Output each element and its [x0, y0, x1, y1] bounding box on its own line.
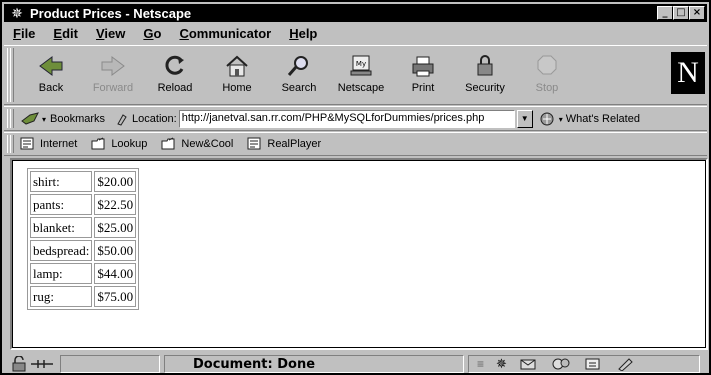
item-cell: blanket: — [30, 217, 93, 238]
newsgroups-icon[interactable] — [551, 357, 571, 371]
security-lock-icon[interactable] — [10, 356, 28, 372]
price-cell: $22.50 — [94, 194, 137, 215]
location-toolbar: ▾ Bookmarks Location: http://janetval.sa… — [4, 106, 707, 131]
folder-icon — [161, 137, 175, 150]
stop-icon — [537, 55, 557, 75]
svg-text:My: My — [356, 60, 366, 68]
netscape-app-icon: ✵ — [11, 5, 23, 21]
home-button[interactable]: Home — [206, 50, 268, 102]
home-icon — [226, 55, 248, 77]
menu-edit[interactable]: Edit — [44, 26, 87, 41]
location-page-icon — [117, 114, 127, 126]
navigator-icon[interactable]: ✵ — [496, 356, 507, 372]
price-cell: $44.00 — [94, 263, 137, 284]
item-cell: shirt: — [30, 171, 93, 192]
prices-table: shirt: $20.00 pants: $22.50 blanket: $25.00… — [27, 168, 140, 310]
table-row: blanket: $25.00 — [30, 217, 137, 238]
toolbar-grip[interactable] — [6, 135, 14, 153]
price-cell: $50.00 — [94, 240, 137, 261]
my-netscape-icon: My — [350, 55, 372, 76]
bookmarks-dropdown-arrow-icon: ▾ — [42, 114, 47, 124]
back-button[interactable]: Back — [20, 50, 82, 102]
price-cell: $25.00 — [94, 217, 137, 238]
personal-link-lookup[interactable]: Lookup — [91, 137, 147, 150]
print-button[interactable]: Print — [392, 50, 454, 102]
navigation-toolbar: Back Forward Reload Home Search My Netsc… — [4, 45, 707, 105]
forward-icon — [101, 56, 125, 76]
back-icon — [39, 56, 63, 76]
bookmarks-button[interactable]: Bookmarks — [50, 113, 105, 125]
bookmark-icon — [21, 112, 39, 125]
forward-button[interactable]: Forward — [82, 50, 144, 102]
reload-icon — [165, 55, 184, 75]
menu-file[interactable]: File — [4, 26, 44, 41]
composer-icon[interactable] — [615, 357, 635, 371]
toolbar-grip[interactable] — [6, 48, 14, 102]
reload-button[interactable]: Reload — [144, 50, 206, 102]
search-icon — [287, 56, 308, 76]
search-button[interactable]: Search — [268, 50, 330, 102]
page-icon — [247, 137, 261, 150]
menu-view[interactable]: View — [87, 26, 134, 41]
personal-toolbar: Internet Lookup New&Cool RealPlayer — [4, 132, 707, 156]
progress-bar — [60, 355, 160, 373]
item-cell: pants: — [30, 194, 93, 215]
whats-related-button[interactable]: What's Related — [566, 113, 640, 125]
personal-link-newcool[interactable]: New&Cool — [161, 137, 233, 150]
minimize-button[interactable]: _ — [657, 6, 673, 20]
location-label: Location: — [132, 113, 177, 125]
url-input[interactable]: http://janetval.san.rr.com/PHP&MySQLforD… — [178, 110, 515, 128]
maximize-button[interactable]: □ — [673, 6, 689, 20]
security-icon — [477, 55, 493, 76]
my-netscape-button[interactable]: My Netscape — [330, 50, 392, 102]
table-row: pants: $22.50 — [30, 194, 137, 215]
table-row: bedspread: $50.00 — [30, 240, 137, 261]
table-row: rug: $75.00 — [30, 286, 137, 307]
status-message: Document: Done — [193, 356, 316, 372]
security-button[interactable]: Security — [454, 50, 516, 102]
menu-bar: File Edit View Go Communicator Help — [4, 23, 707, 44]
close-button[interactable]: × — [689, 6, 705, 20]
url-history-dropdown[interactable]: ▼ — [516, 110, 533, 128]
table-row: lamp: $44.00 — [30, 263, 137, 284]
menu-help[interactable]: Help — [280, 26, 326, 41]
component-bar: ≡ ✵ — [468, 355, 700, 373]
price-cell: $20.00 — [94, 171, 137, 192]
item-cell: bedspread: — [30, 240, 93, 261]
address-book-icon[interactable] — [583, 357, 603, 371]
toolbar-grip[interactable] — [6, 109, 14, 128]
table-row: shirt: $20.00 — [30, 171, 137, 192]
personal-link-internet[interactable]: Internet — [20, 137, 77, 150]
window-title: Product Prices - Netscape — [30, 5, 192, 21]
status-bar: Document: Done ≡ ✵ — [4, 353, 707, 375]
component-bar-grip[interactable]: ≡ — [477, 357, 484, 371]
connection-plug-icon — [31, 360, 53, 368]
whats-related-icon — [540, 112, 554, 126]
print-icon — [412, 56, 434, 77]
netscape-logo[interactable]: N — [671, 52, 705, 94]
item-cell: rug: — [30, 286, 93, 307]
page-icon — [20, 137, 34, 150]
title-bar: ✵ Product Prices - Netscape _ □ × — [4, 4, 707, 22]
mail-icon[interactable] — [519, 357, 539, 371]
status-message-area: Document: Done — [164, 355, 464, 373]
page-content: shirt: $20.00 pants: $22.50 blanket: $25.00… — [10, 158, 708, 350]
price-cell: $75.00 — [94, 286, 137, 307]
folder-icon — [91, 137, 105, 150]
item-cell: lamp: — [30, 263, 93, 284]
browser-window: ✵ Product Prices - Netscape _ □ × File E… — [0, 0, 711, 375]
personal-link-realplayer[interactable]: RealPlayer — [247, 137, 321, 150]
stop-button[interactable]: Stop — [516, 50, 578, 102]
whats-related-dropdown-arrow-icon: ▾ — [558, 114, 563, 124]
menu-communicator[interactable]: Communicator — [170, 26, 280, 41]
menu-go[interactable]: Go — [134, 26, 170, 41]
